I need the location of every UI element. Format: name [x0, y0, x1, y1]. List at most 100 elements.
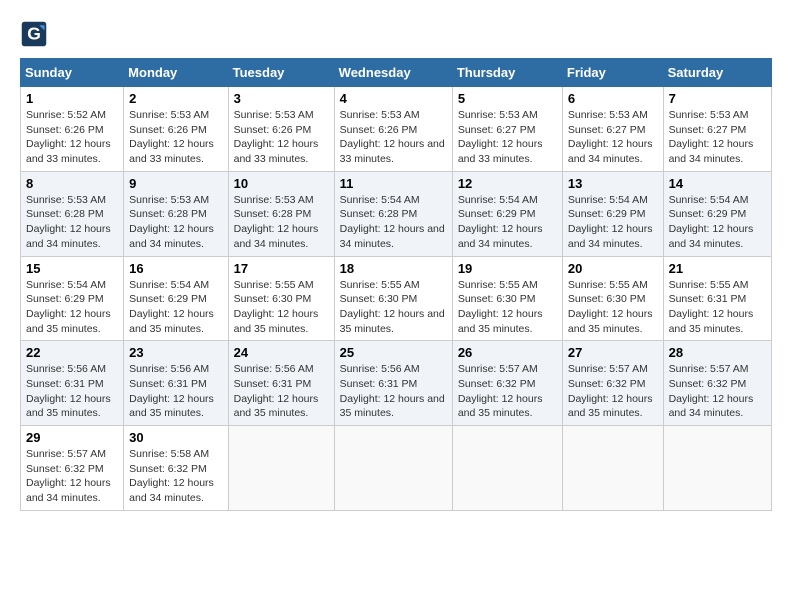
page-header: G — [20, 20, 772, 48]
day-detail: Sunrise: 5:53 AM Sunset: 6:26 PM Dayligh… — [234, 108, 329, 167]
calendar-table: SundayMondayTuesdayWednesdayThursdayFrid… — [20, 58, 772, 511]
weekday-header-monday: Monday — [124, 59, 228, 87]
day-number: 3 — [234, 91, 329, 106]
calendar-cell: 12 Sunrise: 5:54 AM Sunset: 6:29 PM Dayl… — [452, 171, 562, 256]
calendar-cell — [562, 426, 663, 511]
calendar-cell: 11 Sunrise: 5:54 AM Sunset: 6:28 PM Dayl… — [334, 171, 452, 256]
calendar-cell: 22 Sunrise: 5:56 AM Sunset: 6:31 PM Dayl… — [21, 341, 124, 426]
day-detail: Sunrise: 5:56 AM Sunset: 6:31 PM Dayligh… — [234, 362, 329, 421]
logo-icon: G — [20, 20, 48, 48]
day-number: 20 — [568, 261, 658, 276]
calendar-cell: 20 Sunrise: 5:55 AM Sunset: 6:30 PM Dayl… — [562, 256, 663, 341]
day-number: 30 — [129, 430, 222, 445]
calendar-cell: 27 Sunrise: 5:57 AM Sunset: 6:32 PM Dayl… — [562, 341, 663, 426]
day-detail: Sunrise: 5:56 AM Sunset: 6:31 PM Dayligh… — [129, 362, 222, 421]
day-number: 28 — [669, 345, 766, 360]
calendar-cell: 18 Sunrise: 5:55 AM Sunset: 6:30 PM Dayl… — [334, 256, 452, 341]
day-detail: Sunrise: 5:54 AM Sunset: 6:29 PM Dayligh… — [26, 278, 118, 337]
day-detail: Sunrise: 5:55 AM Sunset: 6:30 PM Dayligh… — [234, 278, 329, 337]
day-number: 25 — [340, 345, 447, 360]
day-detail: Sunrise: 5:56 AM Sunset: 6:31 PM Dayligh… — [26, 362, 118, 421]
day-number: 11 — [340, 176, 447, 191]
day-detail: Sunrise: 5:57 AM Sunset: 6:32 PM Dayligh… — [26, 447, 118, 506]
calendar-cell: 19 Sunrise: 5:55 AM Sunset: 6:30 PM Dayl… — [452, 256, 562, 341]
day-detail: Sunrise: 5:55 AM Sunset: 6:30 PM Dayligh… — [340, 278, 447, 337]
calendar-week-row: 8 Sunrise: 5:53 AM Sunset: 6:28 PM Dayli… — [21, 171, 772, 256]
day-number: 9 — [129, 176, 222, 191]
calendar-cell: 1 Sunrise: 5:52 AM Sunset: 6:26 PM Dayli… — [21, 87, 124, 172]
calendar-cell: 26 Sunrise: 5:57 AM Sunset: 6:32 PM Dayl… — [452, 341, 562, 426]
day-number: 26 — [458, 345, 557, 360]
day-detail: Sunrise: 5:52 AM Sunset: 6:26 PM Dayligh… — [26, 108, 118, 167]
calendar-cell: 9 Sunrise: 5:53 AM Sunset: 6:28 PM Dayli… — [124, 171, 228, 256]
calendar-cell — [334, 426, 452, 511]
day-detail: Sunrise: 5:55 AM Sunset: 6:31 PM Dayligh… — [669, 278, 766, 337]
day-number: 6 — [568, 91, 658, 106]
day-number: 23 — [129, 345, 222, 360]
calendar-cell: 4 Sunrise: 5:53 AM Sunset: 6:26 PM Dayli… — [334, 87, 452, 172]
calendar-cell: 10 Sunrise: 5:53 AM Sunset: 6:28 PM Dayl… — [228, 171, 334, 256]
calendar-header-row: SundayMondayTuesdayWednesdayThursdayFrid… — [21, 59, 772, 87]
calendar-week-row: 1 Sunrise: 5:52 AM Sunset: 6:26 PM Dayli… — [21, 87, 772, 172]
calendar-cell — [452, 426, 562, 511]
calendar-cell: 21 Sunrise: 5:55 AM Sunset: 6:31 PM Dayl… — [663, 256, 771, 341]
day-detail: Sunrise: 5:57 AM Sunset: 6:32 PM Dayligh… — [568, 362, 658, 421]
day-detail: Sunrise: 5:53 AM Sunset: 6:27 PM Dayligh… — [568, 108, 658, 167]
day-detail: Sunrise: 5:53 AM Sunset: 6:27 PM Dayligh… — [669, 108, 766, 167]
day-detail: Sunrise: 5:53 AM Sunset: 6:26 PM Dayligh… — [129, 108, 222, 167]
calendar-cell: 16 Sunrise: 5:54 AM Sunset: 6:29 PM Dayl… — [124, 256, 228, 341]
calendar-cell: 5 Sunrise: 5:53 AM Sunset: 6:27 PM Dayli… — [452, 87, 562, 172]
logo: G — [20, 20, 52, 48]
day-number: 4 — [340, 91, 447, 106]
calendar-cell: 15 Sunrise: 5:54 AM Sunset: 6:29 PM Dayl… — [21, 256, 124, 341]
weekday-header-sunday: Sunday — [21, 59, 124, 87]
day-detail: Sunrise: 5:53 AM Sunset: 6:28 PM Dayligh… — [26, 193, 118, 252]
calendar-week-row: 29 Sunrise: 5:57 AM Sunset: 6:32 PM Dayl… — [21, 426, 772, 511]
day-detail: Sunrise: 5:53 AM Sunset: 6:27 PM Dayligh… — [458, 108, 557, 167]
day-number: 21 — [669, 261, 766, 276]
svg-text:G: G — [27, 23, 41, 43]
calendar-week-row: 22 Sunrise: 5:56 AM Sunset: 6:31 PM Dayl… — [21, 341, 772, 426]
weekday-header-friday: Friday — [562, 59, 663, 87]
calendar-week-row: 15 Sunrise: 5:54 AM Sunset: 6:29 PM Dayl… — [21, 256, 772, 341]
calendar-cell — [663, 426, 771, 511]
day-number: 16 — [129, 261, 222, 276]
day-number: 14 — [669, 176, 766, 191]
day-detail: Sunrise: 5:57 AM Sunset: 6:32 PM Dayligh… — [669, 362, 766, 421]
calendar-cell: 25 Sunrise: 5:56 AM Sunset: 6:31 PM Dayl… — [334, 341, 452, 426]
calendar-cell: 7 Sunrise: 5:53 AM Sunset: 6:27 PM Dayli… — [663, 87, 771, 172]
day-number: 10 — [234, 176, 329, 191]
calendar-cell: 8 Sunrise: 5:53 AM Sunset: 6:28 PM Dayli… — [21, 171, 124, 256]
calendar-cell: 6 Sunrise: 5:53 AM Sunset: 6:27 PM Dayli… — [562, 87, 663, 172]
day-number: 2 — [129, 91, 222, 106]
day-number: 1 — [26, 91, 118, 106]
day-number: 7 — [669, 91, 766, 106]
calendar-cell: 3 Sunrise: 5:53 AM Sunset: 6:26 PM Dayli… — [228, 87, 334, 172]
weekday-header-thursday: Thursday — [452, 59, 562, 87]
calendar-cell: 14 Sunrise: 5:54 AM Sunset: 6:29 PM Dayl… — [663, 171, 771, 256]
day-detail: Sunrise: 5:56 AM Sunset: 6:31 PM Dayligh… — [340, 362, 447, 421]
calendar-cell — [228, 426, 334, 511]
calendar-cell: 2 Sunrise: 5:53 AM Sunset: 6:26 PM Dayli… — [124, 87, 228, 172]
calendar-cell: 28 Sunrise: 5:57 AM Sunset: 6:32 PM Dayl… — [663, 341, 771, 426]
weekday-header-wednesday: Wednesday — [334, 59, 452, 87]
day-detail: Sunrise: 5:53 AM Sunset: 6:26 PM Dayligh… — [340, 108, 447, 167]
calendar-cell: 29 Sunrise: 5:57 AM Sunset: 6:32 PM Dayl… — [21, 426, 124, 511]
calendar-cell: 30 Sunrise: 5:58 AM Sunset: 6:32 PM Dayl… — [124, 426, 228, 511]
day-number: 12 — [458, 176, 557, 191]
day-detail: Sunrise: 5:55 AM Sunset: 6:30 PM Dayligh… — [458, 278, 557, 337]
calendar-cell: 24 Sunrise: 5:56 AM Sunset: 6:31 PM Dayl… — [228, 341, 334, 426]
day-number: 24 — [234, 345, 329, 360]
day-detail: Sunrise: 5:55 AM Sunset: 6:30 PM Dayligh… — [568, 278, 658, 337]
day-number: 19 — [458, 261, 557, 276]
day-number: 27 — [568, 345, 658, 360]
weekday-header-tuesday: Tuesday — [228, 59, 334, 87]
day-detail: Sunrise: 5:58 AM Sunset: 6:32 PM Dayligh… — [129, 447, 222, 506]
day-detail: Sunrise: 5:54 AM Sunset: 6:29 PM Dayligh… — [458, 193, 557, 252]
day-number: 17 — [234, 261, 329, 276]
day-number: 18 — [340, 261, 447, 276]
day-number: 29 — [26, 430, 118, 445]
calendar-cell: 23 Sunrise: 5:56 AM Sunset: 6:31 PM Dayl… — [124, 341, 228, 426]
weekday-header-saturday: Saturday — [663, 59, 771, 87]
day-detail: Sunrise: 5:54 AM Sunset: 6:28 PM Dayligh… — [340, 193, 447, 252]
